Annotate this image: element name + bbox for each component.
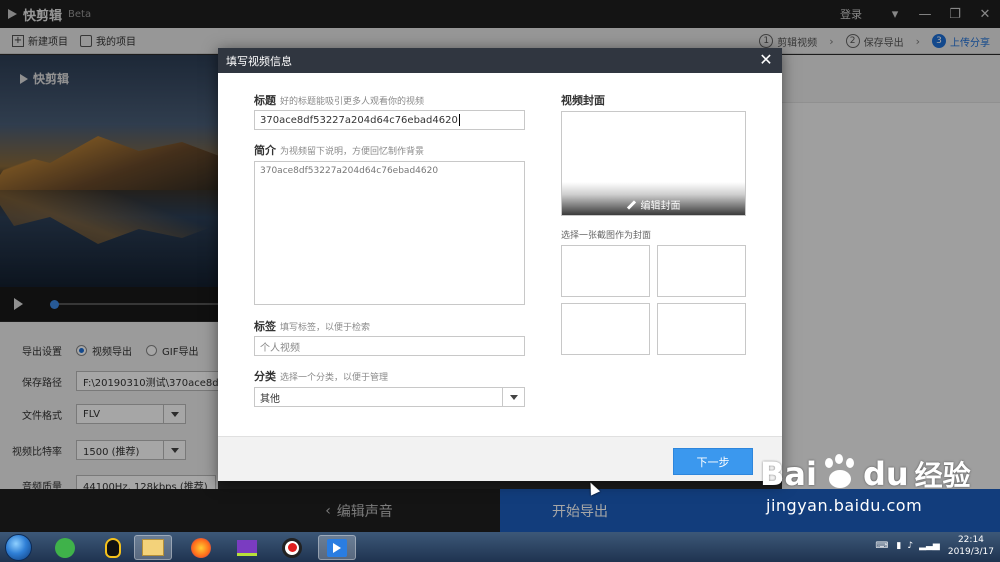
taskbar-app-explorer[interactable] <box>134 535 172 560</box>
taskbar-app-recorder[interactable] <box>273 535 311 560</box>
paw-icon <box>819 454 861 494</box>
taskbar-app-firefox[interactable] <box>182 535 220 560</box>
cover-label: 视频封面 <box>561 94 605 107</box>
system-tray: ⌨ ▮ ♪ ▂▃▅ 22:14 2019/3/17 <box>875 534 994 558</box>
choose-cover-hint: 选择一张截图作为封面 <box>561 231 652 241</box>
clock[interactable]: 22:14 2019/3/17 <box>948 534 994 558</box>
cover-thumbnail[interactable] <box>561 303 650 355</box>
title-input[interactable]: 370ace8df53227a204d64c76ebad4620 <box>254 110 525 130</box>
taskbar-app-player[interactable] <box>228 535 266 560</box>
intro-field-label: 简介 为视频留下说明，方便回忆制作背景 <box>254 144 425 157</box>
pencil-icon <box>627 200 636 209</box>
baidu-watermark: Bai du 经验 jingyan.baidu.com <box>760 454 971 515</box>
video-info-dialog: 填写视频信息 ✕ 标题 好的标题能吸引更多人观看你的视频 370ace8df532… <box>218 48 782 481</box>
intro-textarea[interactable]: 370ace8df53227a204d64c76ebad4620 <box>254 161 525 305</box>
signal-icon[interactable]: ▂▃▅ <box>919 541 940 551</box>
next-button[interactable]: 下一步 <box>673 448 753 475</box>
tags-field-label: 标签 填写标签，以便于检索 <box>254 320 371 333</box>
cover-preview[interactable]: 编辑封面 <box>561 111 746 216</box>
start-button[interactable] <box>5 534 32 561</box>
taskbar-app-qq[interactable] <box>94 535 132 560</box>
category-select[interactable]: 其他 <box>254 387 525 407</box>
category-field-label: 分类 选择一个分类，以便于管理 <box>254 370 389 383</box>
windows-taskbar: ⌨ ▮ ♪ ▂▃▅ 22:14 2019/3/17 <box>0 532 1000 562</box>
cover-thumbnail[interactable] <box>657 245 746 297</box>
dialog-title: 填写视频信息 <box>226 54 292 68</box>
taskbar-app-kuaijianji[interactable] <box>318 535 356 560</box>
dialog-footer: 下一步 <box>218 436 782 481</box>
volume-icon[interactable]: ♪ <box>907 541 913 551</box>
dialog-header: 填写视频信息 ✕ <box>218 48 782 73</box>
network-icon[interactable]: ▮ <box>896 541 901 551</box>
chevron-down-icon[interactable] <box>502 388 524 406</box>
cover-thumbnail[interactable] <box>657 303 746 355</box>
edit-cover-button[interactable]: 编辑封面 <box>562 193 745 215</box>
cover-thumbnail[interactable] <box>561 245 650 297</box>
taskbar-app-refresh[interactable] <box>46 535 84 560</box>
title-field-label: 标题 好的标题能吸引更多人观看你的视频 <box>254 94 425 107</box>
tags-input[interactable]: 个人视频 <box>254 336 525 356</box>
close-icon[interactable]: ✕ <box>758 52 774 68</box>
keyboard-icon[interactable]: ⌨ <box>875 541 888 551</box>
